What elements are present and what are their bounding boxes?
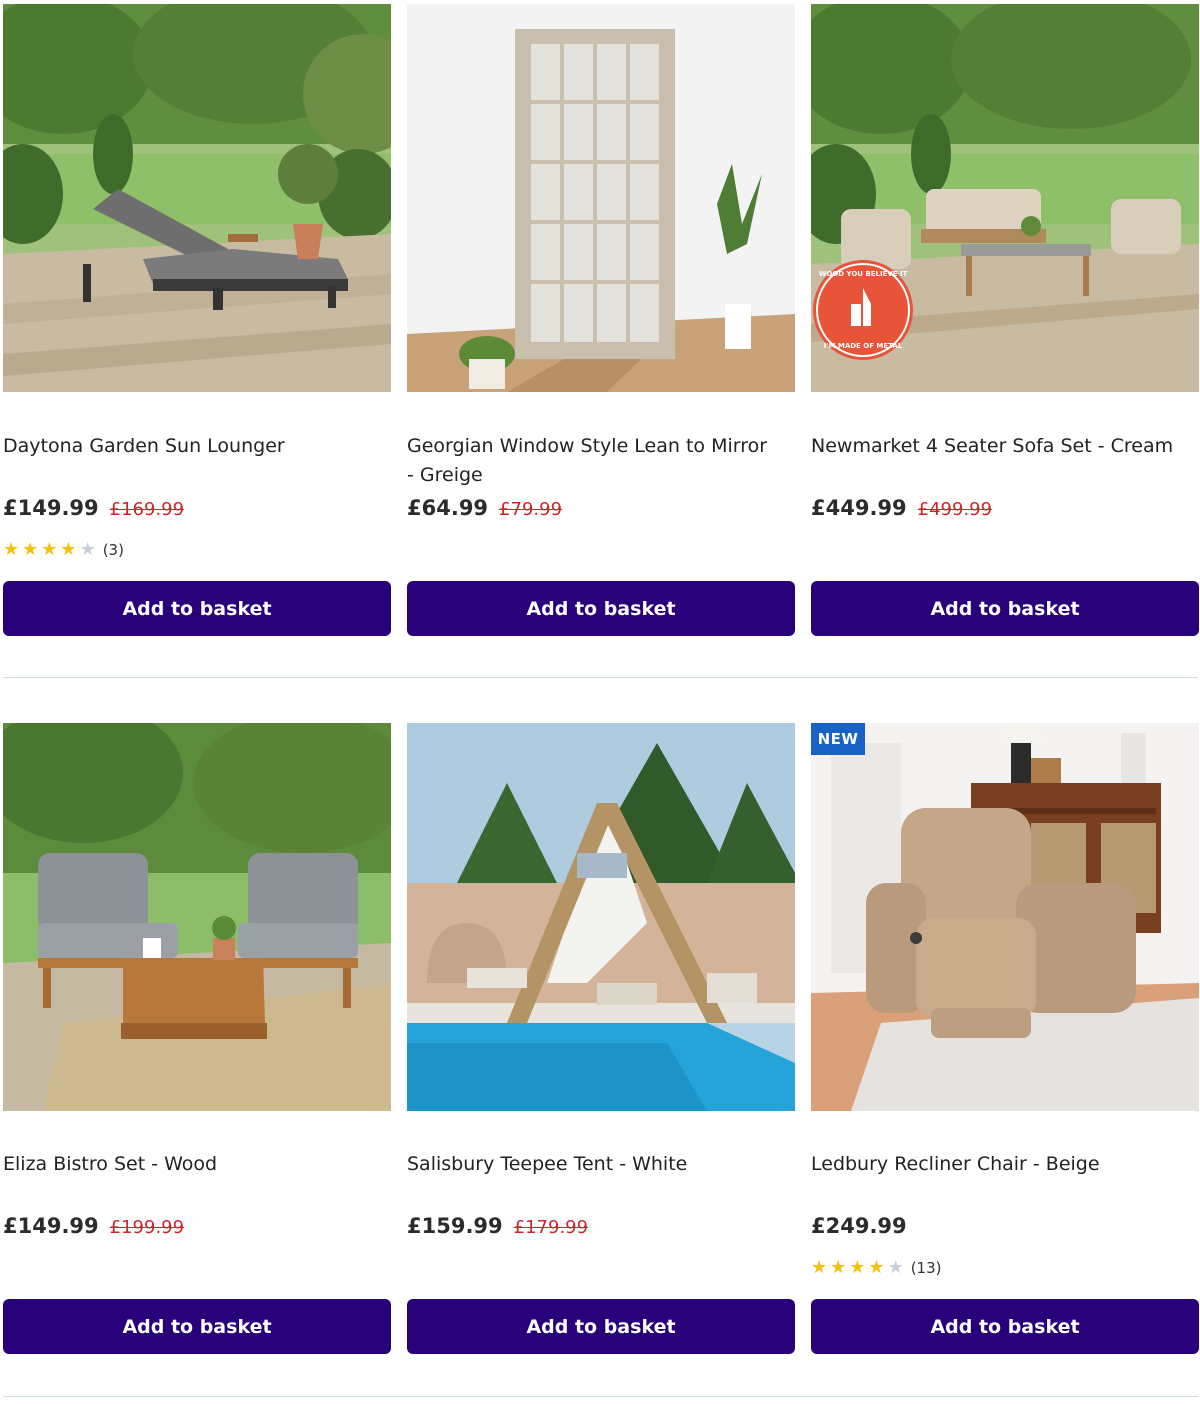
rating-count: (13)	[910, 1259, 942, 1277]
sticker-top-text: WOOD YOU BELIEVE IT	[819, 270, 908, 278]
star-icon: ★	[60, 539, 77, 560]
rating[interactable]: ★ ★ ★ ★ ★ (3)	[3, 539, 124, 561]
add-to-basket-button[interactable]: Add to basket	[407, 1299, 795, 1354]
price-line: £149.99 £199.99	[3, 1214, 184, 1246]
garden-sofa-set-photo: WOOD YOU BELIEVE IT I'M MADE OF METAL	[811, 4, 1199, 392]
current-price: £64.99	[407, 496, 489, 520]
star-icon: ★	[41, 539, 58, 560]
bistro-set-photo	[3, 723, 391, 1111]
current-price: £449.99	[811, 496, 907, 520]
product-image-sofa-set[interactable]: WOOD YOU BELIEVE IT I'M MADE OF METAL	[811, 4, 1199, 392]
rating[interactable]: ★ ★ ★ ★ ★ (13)	[811, 1257, 942, 1279]
garden-sun-lounger-photo	[3, 4, 391, 392]
recliner-chair-photo	[811, 723, 1199, 1111]
star-icon: ★	[22, 539, 39, 560]
star-icon: ★	[830, 1257, 847, 1278]
product-image-mirror[interactable]	[407, 4, 795, 392]
star-icon: ★	[811, 1257, 828, 1278]
current-price: £149.99	[3, 496, 99, 520]
star-icon: ★	[3, 539, 20, 560]
row-divider	[3, 1396, 1198, 1397]
product-title[interactable]: Eliza Bistro Set - Wood	[3, 1150, 373, 1179]
current-price: £149.99	[3, 1214, 99, 1238]
teepee-tent-poolside-photo	[407, 723, 795, 1111]
product-image-teepee-tent[interactable]	[407, 723, 795, 1111]
was-price: £79.99	[499, 499, 563, 520]
add-to-basket-button[interactable]: Add to basket	[407, 581, 795, 636]
product-title[interactable]: Georgian Window Style Lean to Mirror - G…	[407, 432, 777, 490]
price-line: £249.99	[811, 1214, 907, 1246]
product-image-recliner-chair[interactable]	[811, 723, 1199, 1111]
add-to-basket-button[interactable]: Add to basket	[811, 1299, 1199, 1354]
star-icon: ★	[849, 1257, 866, 1278]
product-title[interactable]: Salisbury Teepee Tent - White	[407, 1150, 777, 1179]
current-price: £159.99	[407, 1214, 503, 1238]
star-empty-icon: ★	[887, 1257, 904, 1278]
add-to-basket-button[interactable]: Add to basket	[811, 581, 1199, 636]
was-price: £179.99	[513, 1217, 589, 1238]
window-mirror-photo	[407, 4, 795, 392]
price-line: £149.99 £169.99	[3, 496, 184, 528]
add-to-basket-button[interactable]: Add to basket	[3, 581, 391, 636]
product-image-sun-lounger[interactable]	[3, 4, 391, 392]
add-to-basket-button[interactable]: Add to basket	[3, 1299, 391, 1354]
star-icon: ★	[868, 1257, 885, 1278]
rating-count: (3)	[102, 541, 124, 559]
row-divider	[3, 677, 1198, 678]
was-price: £499.99	[917, 499, 993, 520]
product-title[interactable]: Ledbury Recliner Chair - Beige	[811, 1150, 1181, 1179]
product-title[interactable]: Daytona Garden Sun Lounger	[3, 432, 373, 461]
price-line: £64.99 £79.99	[407, 496, 562, 528]
product-image-bistro-set[interactable]	[3, 723, 391, 1111]
current-price: £249.99	[811, 1214, 907, 1238]
was-price: £199.99	[109, 1217, 185, 1238]
product-title[interactable]: Newmarket 4 Seater Sofa Set - Cream	[811, 432, 1181, 461]
price-line: £449.99 £499.99	[811, 496, 992, 528]
price-line: £159.99 £179.99	[407, 1214, 588, 1246]
sticker-bottom-text: I'M MADE OF METAL	[824, 342, 903, 350]
star-empty-icon: ★	[79, 539, 96, 560]
new-badge: NEW	[811, 723, 865, 755]
was-price: £169.99	[109, 499, 185, 520]
